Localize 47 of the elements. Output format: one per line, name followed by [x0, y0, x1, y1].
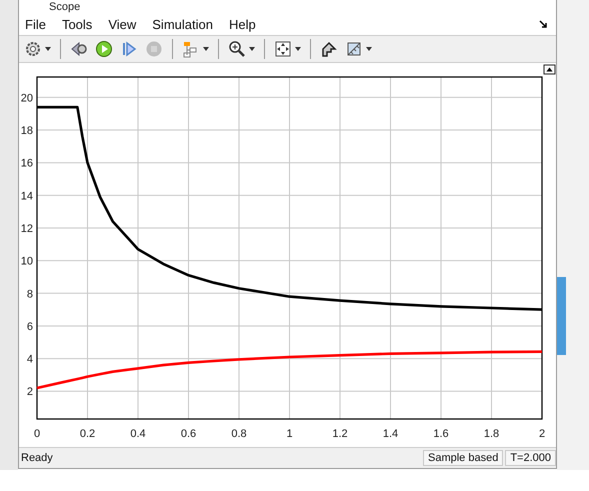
y-tick-label: 16: [20, 158, 33, 170]
x-tick-label: 0.2: [80, 428, 96, 440]
caret-icon: [366, 47, 372, 51]
arrow-up-icon: [320, 40, 338, 58]
x-tick-label: 1: [286, 428, 293, 440]
settings-icon: [24, 40, 42, 58]
x-tick-label: 1.2: [332, 428, 348, 440]
undock-icon[interactable]: [544, 64, 556, 74]
y-tick-label: 14: [20, 190, 33, 202]
menu-item[interactable]: File: [25, 16, 46, 32]
menu-item[interactable]: Tools: [62, 16, 92, 32]
menu-item[interactable]: Help: [228, 16, 256, 32]
status-time: T=2.000: [505, 450, 556, 466]
y-tick-label: 12: [20, 223, 33, 235]
menu-item[interactable]: Simulation: [152, 16, 213, 32]
x-tick-label: 0: [34, 428, 40, 440]
x-tick-label: 1.8: [484, 428, 500, 440]
step-forward-icon: [120, 40, 138, 58]
x-tick-label: 0.8: [231, 428, 247, 440]
menu-item[interactable]: View: [108, 16, 136, 32]
y-tick-label: 18: [20, 125, 33, 138]
x-tick-label: 1.4: [382, 428, 398, 440]
y-tick-label: 4: [26, 354, 33, 366]
play-button[interactable]: [93, 39, 115, 59]
fit-to-view-icon: [274, 40, 292, 58]
y-tick-label: 2: [26, 386, 33, 398]
caret-icon: [203, 47, 209, 51]
ruler-icon: [345, 40, 363, 58]
zoom-in-icon: [228, 40, 246, 58]
play-icon: [95, 40, 113, 58]
caret-icon: [249, 47, 255, 51]
dock-icon[interactable]: [538, 19, 548, 29]
y-tick-label: 10: [20, 256, 33, 268]
y-tick-label: 20: [20, 92, 33, 104]
x-tick-label: 1.6: [433, 428, 449, 440]
status-mode: Sample based: [423, 450, 504, 466]
caret-icon: [45, 47, 51, 51]
window-title: Scope: [49, 1, 80, 13]
caret-icon: [295, 47, 301, 51]
x-tick-label: 2: [538, 428, 546, 440]
rewind-icon: [70, 40, 88, 58]
stop-icon: [145, 40, 163, 58]
y-tick-label: 6: [26, 320, 33, 333]
status-text: Ready: [21, 452, 53, 464]
y-tick-label: 8: [26, 288, 33, 300]
x-tick-label: 0.4: [130, 428, 146, 440]
x-tick-label: 0.6: [180, 428, 196, 440]
